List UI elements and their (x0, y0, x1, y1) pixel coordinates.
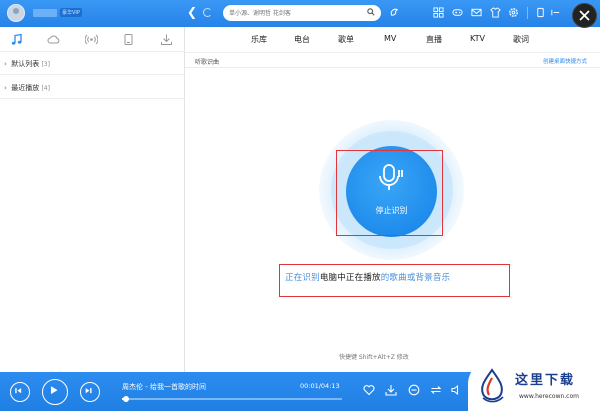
username-blurred[interactable] (33, 9, 57, 17)
heart-icon[interactable] (363, 384, 375, 396)
close-icon (579, 10, 590, 21)
tab-playlists[interactable]: 歌单 (338, 34, 354, 45)
tab-radio[interactable]: 电台 (294, 34, 310, 45)
grid-icon[interactable] (433, 7, 444, 18)
highlight-box-status (279, 264, 510, 297)
download-icon[interactable] (160, 33, 173, 46)
page-title: 听歌识曲 (195, 59, 220, 66)
page-header: 听歌识曲 创建桌面快捷方式 (185, 52, 600, 68)
chevron-right-icon: › (4, 60, 7, 68)
watermark: 这里下载 www.herecown.com (468, 360, 600, 411)
mail-icon[interactable] (471, 7, 482, 18)
skin-icon[interactable] (490, 7, 501, 18)
next-icon (85, 388, 92, 394)
title-divider (527, 7, 528, 19)
music-note-icon[interactable] (10, 33, 23, 46)
download-icon[interactable] (385, 384, 397, 396)
repeat-icon[interactable] (430, 384, 442, 396)
progress-knob[interactable] (123, 396, 129, 402)
voice-search-icon[interactable] (389, 7, 400, 18)
next-button[interactable] (80, 382, 100, 402)
playlist-divider (0, 98, 185, 99)
title-bar: 豪华VIP ❮ (0, 0, 600, 27)
highlight-box-button (336, 150, 443, 236)
playlist-count: [3] (41, 61, 50, 68)
playlist-default[interactable]: › 默认列表 [3] (4, 59, 50, 69)
tab-mv[interactable]: MV (384, 34, 396, 43)
playlist-divider (0, 74, 185, 75)
watermark-name: 这里下载 (515, 373, 576, 388)
tab-library[interactable]: 乐库 (251, 34, 267, 45)
playlist-recent[interactable]: › 最近播放 [4] (4, 83, 50, 93)
watermark-logo (481, 368, 504, 403)
watermark-url: www.herecown.com (519, 393, 579, 400)
playlist-label: 最近播放 (11, 84, 40, 92)
device-icon[interactable] (122, 33, 135, 46)
chevron-right-icon: › (4, 84, 7, 92)
sidebar: › 默认列表 [3] › 最近播放 [4] (0, 27, 185, 372)
tab-ktv[interactable]: KTV (470, 34, 485, 43)
mini-mode-icon[interactable] (535, 7, 546, 18)
avatar[interactable] (7, 4, 25, 22)
tab-live[interactable]: 直播 (426, 34, 442, 45)
hotkey-hint[interactable]: 快捷键 Shift+Alt+Z 修改 (339, 352, 409, 361)
progress-bar[interactable] (122, 396, 342, 402)
play-icon (50, 386, 58, 395)
volume-icon[interactable] (451, 384, 463, 396)
refresh-icon[interactable] (203, 8, 212, 17)
track-time: 00:01/04:13 (300, 382, 340, 390)
radio-icon[interactable] (85, 33, 98, 46)
create-shortcut-link[interactable]: 创建桌面快捷方式 (543, 57, 587, 65)
playlist-label: 默认列表 (11, 60, 40, 68)
search-box[interactable] (223, 5, 381, 21)
playlist-count: [4] (41, 85, 50, 92)
search-icon[interactable] (367, 8, 375, 16)
previous-button[interactable] (10, 382, 30, 402)
minus-circle-icon[interactable] (408, 384, 420, 396)
cloud-icon[interactable] (47, 33, 60, 46)
previous-icon (15, 388, 22, 394)
vip-badge[interactable]: 豪华VIP (60, 8, 82, 17)
back-arrow-icon[interactable]: ❮ (187, 5, 197, 19)
sidebar-tabs (0, 27, 185, 52)
play-button[interactable] (42, 379, 68, 405)
close-button[interactable] (572, 3, 597, 28)
game-icon[interactable] (452, 7, 463, 18)
search-input[interactable] (229, 8, 359, 18)
track-title[interactable]: 周杰伦 - 给我一首歌的时间 (122, 382, 206, 392)
nav-tabs: 乐库 电台 歌单 MV 直播 KTV 歌词 (185, 27, 600, 52)
settings-icon[interactable] (508, 7, 519, 18)
minimize-icon[interactable] (550, 7, 561, 18)
tab-lyrics[interactable]: 歌词 (513, 34, 529, 45)
